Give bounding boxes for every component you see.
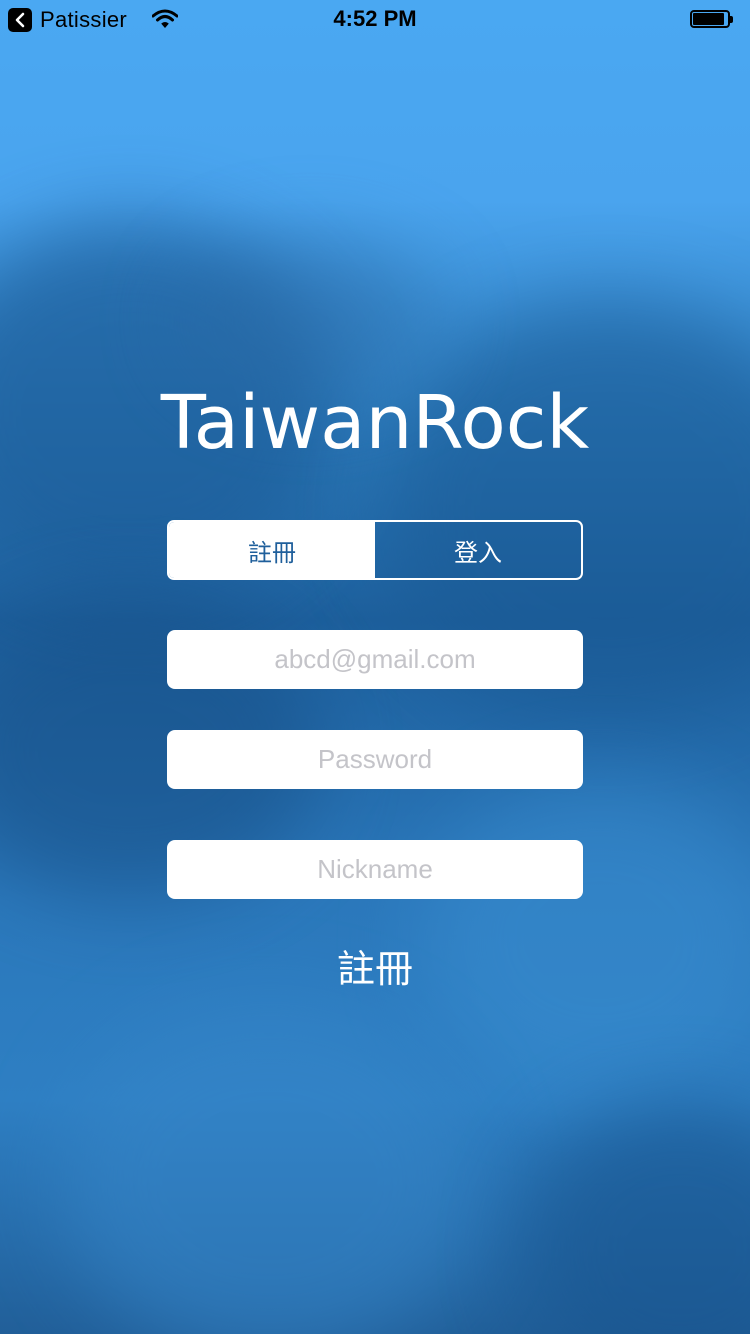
email-field[interactable] xyxy=(167,630,583,689)
segment-register[interactable]: 註冊 xyxy=(169,522,375,578)
nickname-field[interactable] xyxy=(167,840,583,899)
status-time: 4:52 PM xyxy=(333,6,417,31)
app-title: TaiwanRock xyxy=(160,380,590,466)
battery-icon xyxy=(690,10,733,30)
segment-login[interactable]: 登入 xyxy=(375,522,581,578)
status-bar: Patissier 4:52 PM xyxy=(0,0,750,40)
password-field[interactable] xyxy=(167,730,583,789)
register-submit-button[interactable]: 註冊 xyxy=(275,935,475,995)
auth-mode-segmented-control[interactable]: 註冊 登入 xyxy=(167,520,583,580)
